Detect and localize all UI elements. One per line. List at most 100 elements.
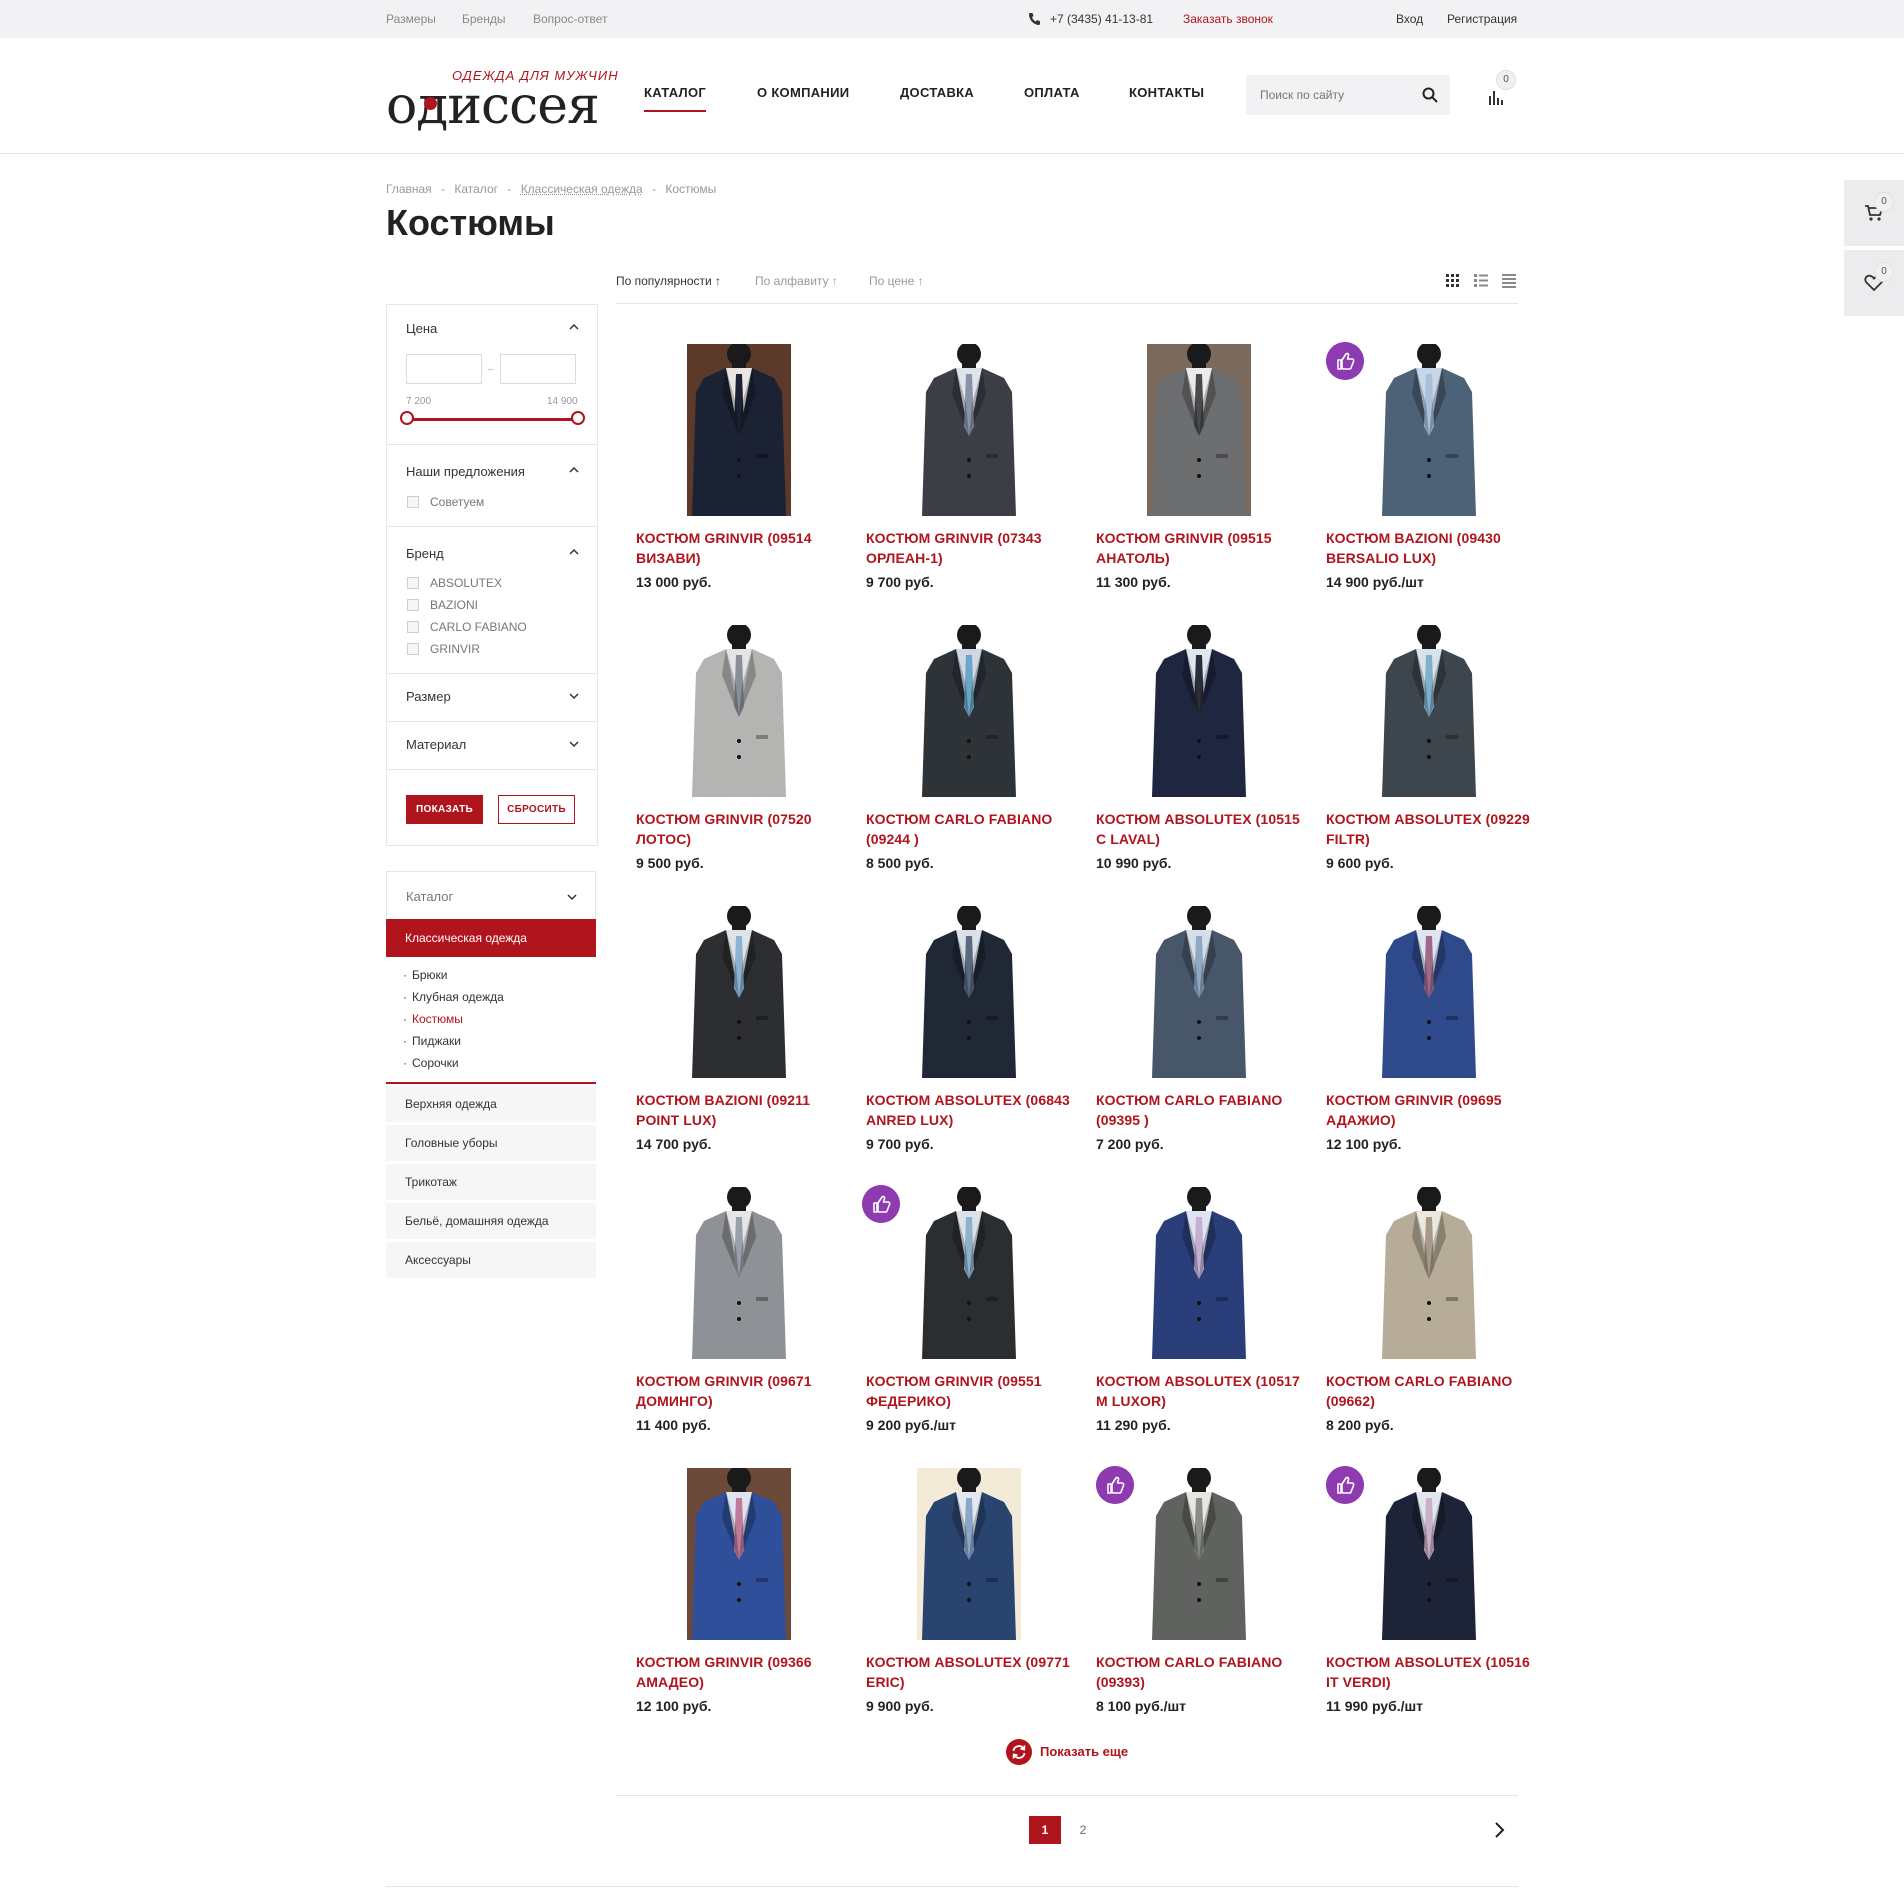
- filter-material-title[interactable]: Материал: [406, 737, 466, 752]
- nav-about[interactable]: О КОМПАНИИ: [757, 85, 849, 100]
- catalog-sub-jackets[interactable]: Пиджаки: [403, 1034, 461, 1048]
- product-name[interactable]: КОСТЮМ CARLO FABIANO (09244 ): [866, 809, 1072, 849]
- filter-size-section[interactable]: Размер: [387, 673, 597, 722]
- product-name[interactable]: КОСТЮМ GRINVIR (09515 АНАТОЛЬ): [1096, 528, 1302, 568]
- product-card[interactable]: КОСТЮМ CARLO FABIANO (09393) 8 100 руб./ш…: [1096, 1466, 1302, 1738]
- product-card[interactable]: КОСТЮМ BAZIONI (09430 BERSALIO LUX) 14 90…: [1326, 342, 1532, 614]
- topbar-link-faq[interactable]: Вопрос-ответ: [533, 12, 607, 26]
- product-image[interactable]: [636, 625, 842, 797]
- product-image[interactable]: [636, 344, 842, 516]
- product-image[interactable]: [866, 344, 1072, 516]
- product-card[interactable]: КОСТЮМ CARLO FABIANO (09662) 8 200 руб.: [1326, 1187, 1532, 1457]
- product-name[interactable]: КОСТЮМ GRINVIR (09514 ВИЗАВИ): [636, 528, 842, 568]
- compare-button[interactable]: 0: [1484, 70, 1516, 108]
- product-card[interactable]: КОСТЮМ BAZIONI (09211 POINT LUX) 14 700 р…: [636, 906, 842, 1176]
- product-name[interactable]: КОСТЮМ CARLO FABIANO (09395 ): [1096, 1090, 1302, 1130]
- chevron-up-icon[interactable]: [569, 323, 579, 331]
- product-image[interactable]: [1326, 1187, 1532, 1359]
- product-card[interactable]: КОСТЮМ GRINVIR (09671 ДОМИНГО) 11 400 руб…: [636, 1187, 842, 1457]
- product-image[interactable]: [1096, 1187, 1302, 1359]
- checkbox-recommended[interactable]: [407, 496, 419, 508]
- breadcrumb-home[interactable]: Главная: [386, 182, 432, 196]
- product-image[interactable]: [636, 906, 842, 1078]
- price-max-input[interactable]: [500, 354, 576, 384]
- catalog-sub-suits[interactable]: Костюмы: [403, 1012, 463, 1026]
- catalog-item-headwear[interactable]: Головные уборы: [386, 1125, 596, 1161]
- logo[interactable]: ОДЕЖДА ДЛЯ МУЖЧИН одиссея: [386, 68, 618, 164]
- chevron-up-icon[interactable]: [569, 548, 579, 556]
- product-card[interactable]: КОСТЮМ CARLO FABIANO (09244 ) 8 500 руб.: [866, 625, 1072, 895]
- product-name[interactable]: КОСТЮМ GRINVIR (09366 АМАДЕО): [636, 1652, 842, 1692]
- catalog-sub-shirts[interactable]: Сорочки: [403, 1056, 459, 1070]
- page-1[interactable]: 1: [1029, 1816, 1061, 1844]
- product-image[interactable]: [1096, 344, 1302, 516]
- checkbox-brand-carlo-fabiano[interactable]: [407, 621, 419, 633]
- topbar-link-brands[interactable]: Бренды: [462, 12, 505, 26]
- product-name[interactable]: КОСТЮМ ABSOLUTEX (10516 IT VERDI): [1326, 1652, 1532, 1692]
- sort-price[interactable]: По цене ↑: [869, 274, 924, 288]
- next-page-icon[interactable]: [1490, 1820, 1510, 1840]
- catalog-sub-club[interactable]: Клубная одежда: [403, 990, 504, 1004]
- catalog-item-knitwear[interactable]: Трикотаж: [386, 1164, 596, 1200]
- product-name[interactable]: КОСТЮМ GRINVIR (09671 ДОМИНГО): [636, 1371, 842, 1411]
- checkbox-brand-bazioni[interactable]: [407, 599, 419, 611]
- floating-wishlist-button[interactable]: 0: [1844, 250, 1904, 316]
- product-name[interactable]: КОСТЮМ ABSOLUTEX (06843 ANRED LUX): [866, 1090, 1072, 1130]
- product-image[interactable]: [866, 625, 1072, 797]
- product-name[interactable]: КОСТЮМ BAZIONI (09430 BERSALIO LUX): [1326, 528, 1532, 568]
- price-min-input[interactable]: [406, 354, 482, 384]
- checkbox-brand-grinvir[interactable]: [407, 643, 419, 655]
- product-image[interactable]: [866, 1468, 1072, 1640]
- product-name[interactable]: КОСТЮМ GRINVIR (09695 АДАЖИО): [1326, 1090, 1532, 1130]
- product-name[interactable]: КОСТЮМ BAZIONI (09211 POINT LUX): [636, 1090, 842, 1130]
- product-card[interactable]: КОСТЮМ ABSOLUTEX (10515 C LAVAL) 10 990 р…: [1096, 625, 1302, 895]
- product-card[interactable]: КОСТЮМ ABSOLUTEX (09229 FILTR) 9 600 руб.: [1326, 625, 1532, 895]
- product-image[interactable]: [636, 1187, 842, 1359]
- product-name[interactable]: КОСТЮМ CARLO FABIANO (09393): [1096, 1652, 1302, 1692]
- product-image[interactable]: [866, 906, 1072, 1078]
- list-view-icon[interactable]: [1474, 274, 1488, 288]
- sort-popularity[interactable]: По популярности ↑: [616, 274, 721, 288]
- product-name[interactable]: КОСТЮМ GRINVIR (09551 ФЕДЕРИКО): [866, 1371, 1072, 1411]
- product-card[interactable]: КОСТЮМ ABSOLUTEX (06843 ANRED LUX) 9 700 …: [866, 906, 1072, 1176]
- login-link[interactable]: Вход: [1396, 12, 1423, 26]
- nav-delivery[interactable]: ДОСТАВКА: [900, 85, 974, 100]
- product-card[interactable]: КОСТЮМ GRINVIR (09695 АДАЖИО) 12 100 руб.: [1326, 906, 1532, 1176]
- nav-contacts[interactable]: КОНТАКТЫ: [1129, 85, 1204, 100]
- topbar-link-sizes[interactable]: Размеры: [386, 12, 436, 26]
- product-card[interactable]: КОСТЮМ GRINVIR (09514 ВИЗАВИ) 13 000 руб.: [636, 344, 842, 614]
- filter-reset-button[interactable]: СБРОСИТЬ: [498, 795, 575, 824]
- product-name[interactable]: КОСТЮМ ABSOLUTEX (10517 M LUXOR): [1096, 1371, 1302, 1411]
- nav-catalog[interactable]: КАТАЛОГ: [644, 85, 707, 112]
- breadcrumb-catalog[interactable]: Каталог: [454, 182, 498, 196]
- product-card[interactable]: КОСТЮМ GRINVIR (07520 ЛОТОС) 9 500 руб.: [636, 625, 842, 895]
- product-name[interactable]: КОСТЮМ ABSOLUTEX (10515 C LAVAL): [1096, 809, 1302, 849]
- product-name[interactable]: КОСТЮМ ABSOLUTEX (09229 FILTR): [1326, 809, 1532, 849]
- filter-show-button[interactable]: ПОКАЗАТЬ: [406, 795, 483, 824]
- catalog-sub-trousers[interactable]: Брюки: [403, 968, 448, 982]
- filter-brand-title[interactable]: Бренд: [406, 546, 444, 561]
- floating-cart-button[interactable]: 0: [1844, 180, 1904, 246]
- table-view-icon[interactable]: [1502, 274, 1516, 288]
- filter-price-title[interactable]: Цена: [406, 321, 437, 336]
- product-card[interactable]: КОСТЮМ GRINVIR (09515 АНАТОЛЬ) 11 300 руб…: [1096, 344, 1302, 614]
- product-image[interactable]: [1326, 906, 1532, 1078]
- product-card[interactable]: КОСТЮМ GRINVIR (09366 АМАДЕО) 12 100 руб.: [636, 1468, 842, 1738]
- filter-offers-title[interactable]: Наши предложения: [406, 464, 525, 479]
- product-card[interactable]: КОСТЮМ ABSOLUTEX (10517 M LUXOR) 11 290 р…: [1096, 1187, 1302, 1457]
- product-image[interactable]: [636, 1468, 842, 1640]
- product-image[interactable]: [1096, 906, 1302, 1078]
- product-image[interactable]: [1096, 625, 1302, 797]
- register-link[interactable]: Регистрация: [1447, 12, 1517, 26]
- product-name[interactable]: КОСТЮМ CARLO FABIANO (09662): [1326, 1371, 1532, 1411]
- product-card[interactable]: КОСТЮМ CARLO FABIANO (09395 ) 7 200 руб.: [1096, 906, 1302, 1176]
- product-card[interactable]: КОСТЮМ GRINVIR (07343 ОРЛЕАН-1) 9 700 руб…: [866, 344, 1072, 614]
- product-name[interactable]: КОСТЮМ ABSOLUTEX (09771 ERIC): [866, 1652, 1072, 1692]
- filter-material-section[interactable]: Материал: [387, 721, 597, 770]
- product-card[interactable]: КОСТЮМ ABSOLUTEX (09771 ERIC) 9 900 руб.: [866, 1468, 1072, 1738]
- search-input[interactable]: [1246, 75, 1420, 115]
- grid-view-icon[interactable]: [1446, 274, 1460, 288]
- sort-alphabet[interactable]: По алфавиту ↑: [755, 274, 838, 288]
- catalog-item-outerwear[interactable]: Верхняя одежда: [386, 1086, 596, 1122]
- catalog-toggle[interactable]: Каталог: [386, 871, 596, 919]
